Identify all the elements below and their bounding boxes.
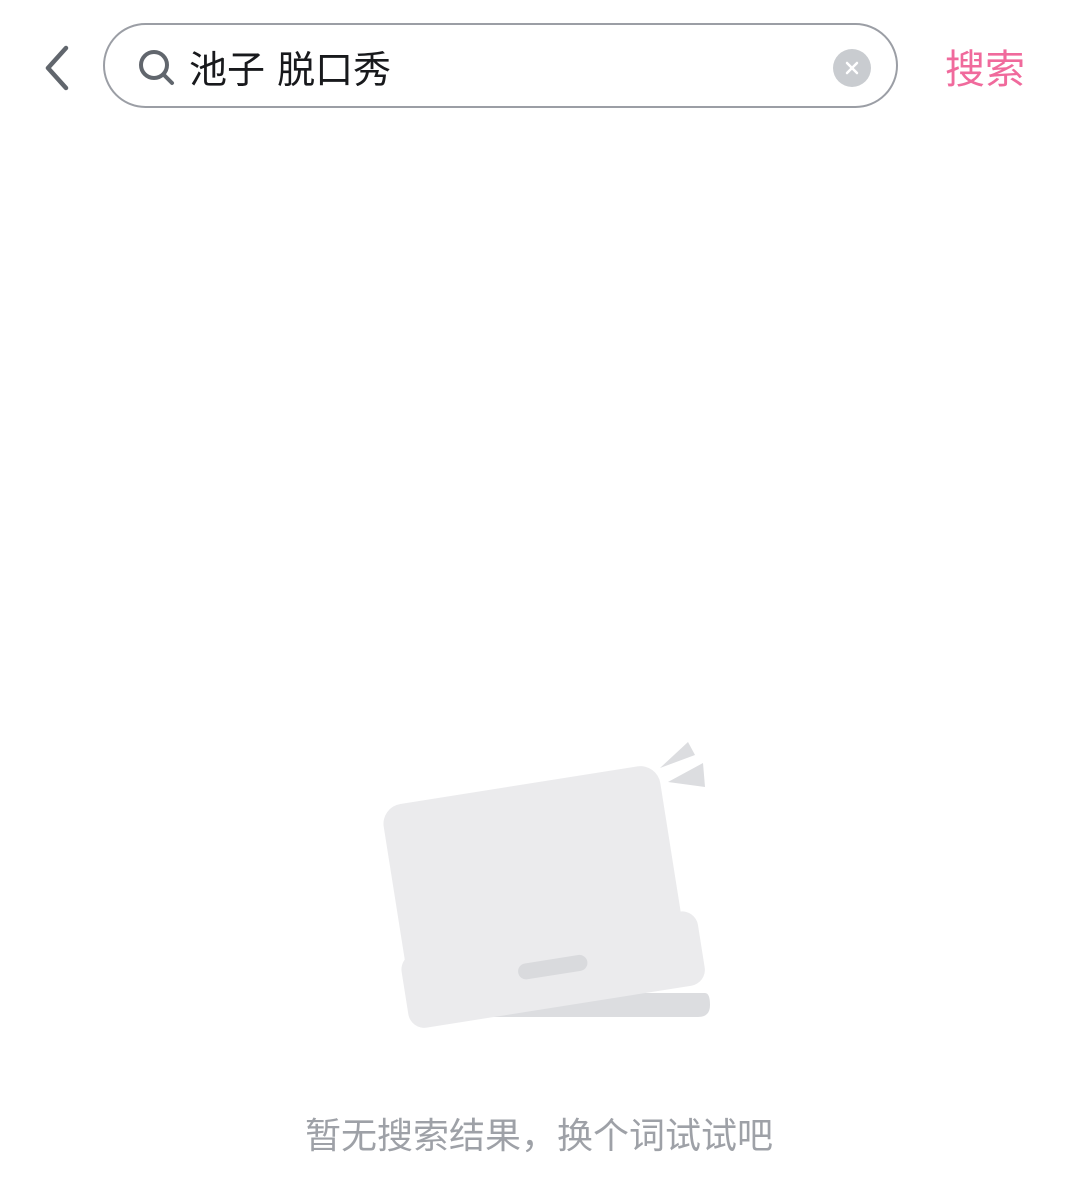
chevron-left-icon bbox=[45, 45, 69, 91]
close-icon bbox=[845, 61, 859, 75]
tilted-laptop-icon bbox=[383, 742, 710, 1028]
empty-state-message: 暂无搜索结果，换个词试试吧 bbox=[304, 1116, 773, 1157]
search-results-page: 搜索 暂无搜索结果，换个词试试吧 bbox=[0, 0, 1078, 1200]
search-button[interactable]: 搜索 bbox=[945, 40, 1025, 100]
search-bar bbox=[103, 23, 898, 108]
clear-search-button[interactable] bbox=[833, 49, 871, 87]
search-icon bbox=[139, 50, 174, 85]
back-button[interactable] bbox=[36, 42, 80, 94]
search-input[interactable] bbox=[189, 37, 809, 95]
